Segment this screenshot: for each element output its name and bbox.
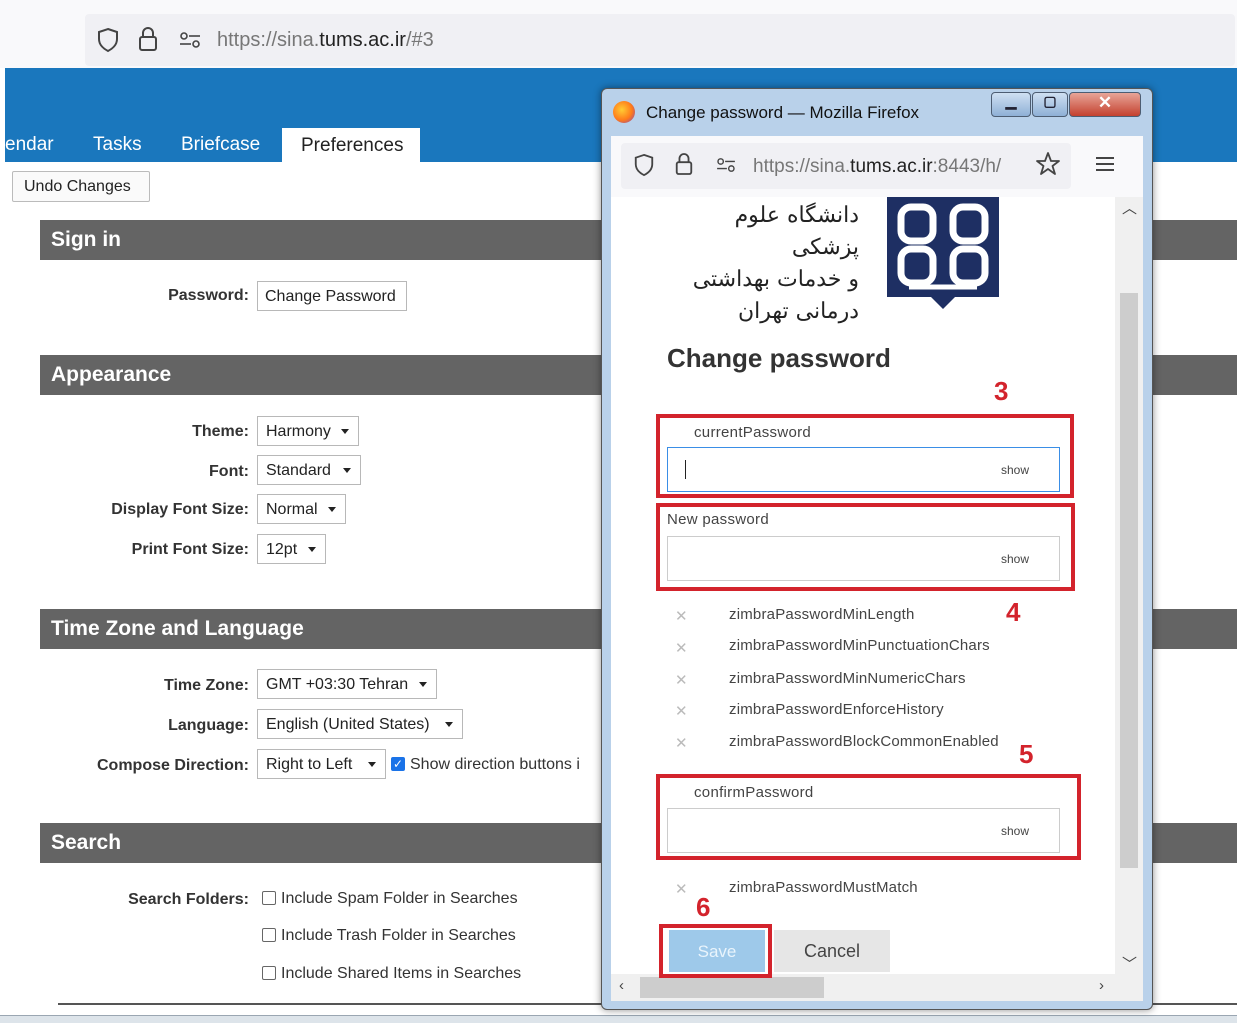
tab-tasks[interactable]: Tasks xyxy=(93,134,142,156)
rule-status-icon: ✕ xyxy=(675,703,688,720)
annotation-box-save xyxy=(659,924,772,978)
scrollbar-thumb[interactable] xyxy=(1120,293,1138,868)
print-font-size-label: Print Font Size: xyxy=(131,541,249,558)
close-button[interactable]: ✕ xyxy=(1069,92,1141,117)
scrollbar-thumb[interactable] xyxy=(640,977,824,998)
university-name-line2: و خدمات بهداشتی درمانی تهران xyxy=(692,267,859,324)
language-value: English (United States) xyxy=(266,716,430,733)
display-font-size-label: Display Font Size: xyxy=(111,501,249,518)
theme-select[interactable]: Harmony xyxy=(257,416,359,446)
university-name-line1: دانشگاه علوم پزشکی xyxy=(734,203,859,260)
permissions-icon[interactable] xyxy=(715,157,737,173)
tab-preferences[interactable]: Preferences xyxy=(282,128,420,164)
chevron-down-icon xyxy=(341,429,349,434)
scroll-right-icon[interactable]: › xyxy=(1099,977,1104,994)
firefox-icon xyxy=(613,101,635,123)
include-shared-label: Include Shared Items in Searches xyxy=(281,965,522,982)
scroll-down-icon[interactable]: ﹀ xyxy=(1122,953,1137,974)
university-logo-icon xyxy=(887,197,999,309)
chevron-down-icon xyxy=(328,507,336,512)
annotation-box-current-password xyxy=(656,414,1074,498)
change-password-heading: Change password xyxy=(667,343,891,373)
chevron-down-icon xyxy=(445,722,453,727)
rule-status-icon: ✕ xyxy=(675,881,688,898)
include-trash-checkbox[interactable] xyxy=(262,928,276,942)
print-font-size-value: 12pt xyxy=(266,541,298,558)
rule-must-match: zimbraPasswordMustMatch xyxy=(729,879,918,896)
rule-status-icon: ✕ xyxy=(675,640,688,657)
annotation-box-confirm-password xyxy=(656,774,1081,860)
chevron-down-icon xyxy=(419,682,427,687)
browser-toolbar: https://sina.tums.ac.ir/#3 xyxy=(0,0,1237,68)
language-select[interactable]: English (United States) xyxy=(257,709,463,739)
include-shared-checkbox[interactable] xyxy=(262,966,276,980)
font-label: Font: xyxy=(209,463,249,480)
menu-icon[interactable] xyxy=(1095,155,1115,173)
display-font-size-select[interactable]: Normal xyxy=(257,494,346,524)
compose-direction-value: Right to Left xyxy=(266,756,353,773)
annotation-number-4: 4 xyxy=(1006,597,1021,627)
font-select[interactable]: Standard xyxy=(257,455,361,485)
chevron-down-icon xyxy=(368,762,376,767)
window-title: Change password — Mozilla Firefox xyxy=(646,103,920,122)
permissions-icon[interactable] xyxy=(178,31,202,49)
rule-status-icon: ✕ xyxy=(675,672,688,689)
rule-block-common: zimbraPasswordBlockCommonEnabled xyxy=(729,733,999,750)
chevron-down-icon xyxy=(343,468,351,473)
popup-address-url: https://sina.tums.ac.ir:8443/h/ xyxy=(753,156,1002,177)
vertical-scrollbar[interactable]: ︿ ﹀ xyxy=(1115,197,1143,974)
language-label: Language: xyxy=(168,717,249,734)
show-direction-buttons-checkbox[interactable]: ✓ xyxy=(391,757,405,771)
time-zone-label: Time Zone: xyxy=(163,677,249,694)
search-folders-label: Search Folders: xyxy=(128,891,249,908)
undo-changes-button[interactable]: Undo Changes xyxy=(12,171,150,202)
annotation-number-6: 6 xyxy=(696,892,711,922)
password-label: Password: xyxy=(168,287,249,304)
display-font-size-value: Normal xyxy=(266,501,318,518)
address-url: https://sina.tums.ac.ir/#3 xyxy=(217,29,434,51)
minimize-button[interactable]: ▁ xyxy=(991,92,1031,117)
chevron-down-icon xyxy=(308,547,316,552)
maximize-button[interactable]: ▢ xyxy=(1032,92,1068,117)
annotation-number-3: 3 xyxy=(994,376,1009,406)
time-zone-select[interactable]: GMT +03:30 Tehran xyxy=(257,669,437,699)
show-direction-buttons-label: Show direction buttons i xyxy=(410,756,580,773)
font-value: Standard xyxy=(266,462,331,479)
compose-direction-label: Compose Direction: xyxy=(96,757,249,774)
university-name: دانشگاه علوم پزشکی و خدمات بهداشتی درمان… xyxy=(667,200,859,328)
theme-label: Theme: xyxy=(192,423,249,440)
rule-min-punctuation: zimbraPasswordMinPunctuationChars xyxy=(729,637,990,654)
include-spam-checkbox[interactable] xyxy=(262,891,276,905)
include-spam-label: Include Spam Folder in Searches xyxy=(281,890,518,907)
taskbar-strip xyxy=(0,1015,1237,1023)
bookmark-star-icon[interactable] xyxy=(1035,151,1061,177)
time-zone-value: GMT +03:30 Tehran xyxy=(266,676,409,693)
scroll-up-icon[interactable]: ︿ xyxy=(1122,197,1137,218)
annotation-number-5: 5 xyxy=(1019,739,1034,769)
lock-icon[interactable] xyxy=(674,152,694,176)
change-password-button[interactable]: Change Password xyxy=(257,281,407,311)
horizontal-scrollbar[interactable]: ‹ › xyxy=(611,974,1143,1001)
annotation-box-new-password xyxy=(656,503,1075,591)
shield-icon[interactable] xyxy=(633,153,655,177)
lock-icon[interactable] xyxy=(137,26,159,52)
scroll-left-icon[interactable]: ‹ xyxy=(619,977,624,994)
rule-min-numeric: zimbraPasswordMinNumericChars xyxy=(729,670,966,687)
cancel-button[interactable]: Cancel xyxy=(774,930,890,972)
popup-toolbar: https://sina.tums.ac.ir:8443/h/ xyxy=(611,136,1143,197)
print-font-size-select[interactable]: 12pt xyxy=(257,534,326,564)
rule-status-icon: ✕ xyxy=(675,608,688,625)
rule-min-length: zimbraPasswordMinLength xyxy=(729,606,915,623)
shield-icon[interactable] xyxy=(96,27,120,53)
include-trash-label: Include Trash Folder in Searches xyxy=(281,927,516,944)
rule-status-icon: ✕ xyxy=(675,735,688,752)
theme-value: Harmony xyxy=(266,423,331,440)
rule-enforce-history: zimbraPasswordEnforceHistory xyxy=(729,701,944,718)
tab-briefcase[interactable]: Briefcase xyxy=(181,134,260,156)
tab-calendar[interactable]: endar xyxy=(5,134,54,156)
compose-direction-select[interactable]: Right to Left xyxy=(257,749,386,779)
